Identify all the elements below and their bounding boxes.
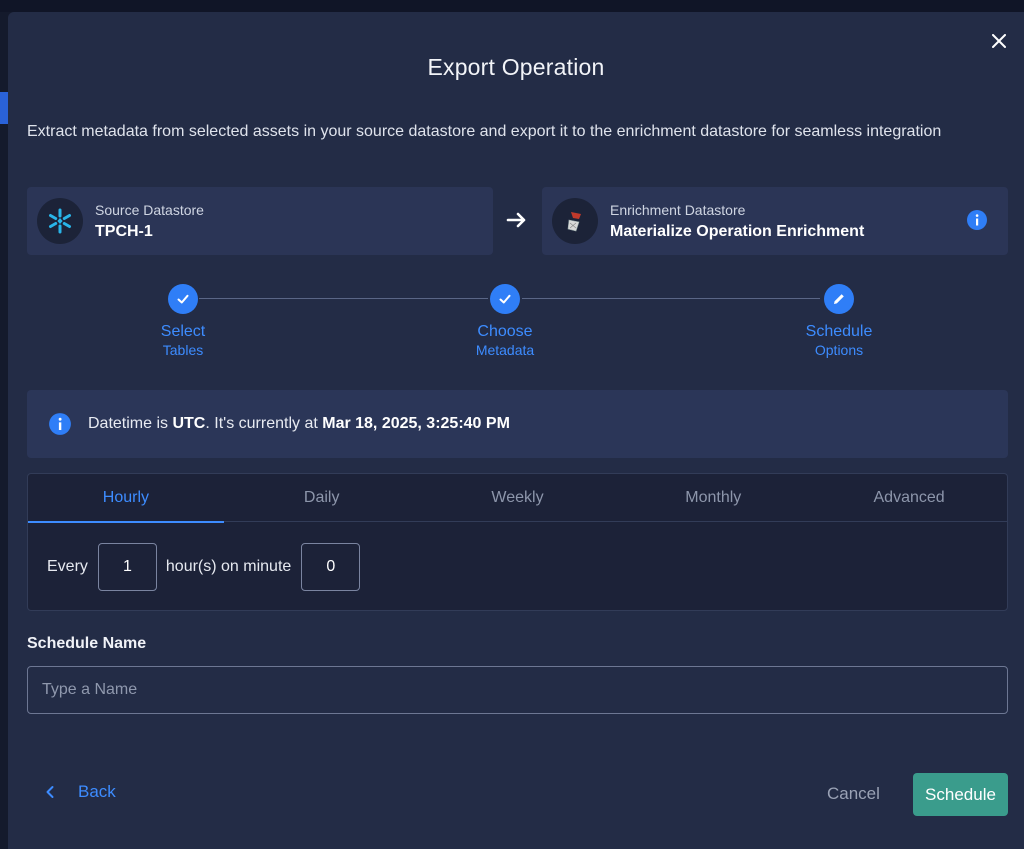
step-1-check-icon xyxy=(168,284,198,314)
source-datastore-label: Source Datastore xyxy=(95,201,204,218)
tab-hourly[interactable]: Hourly xyxy=(28,474,224,523)
schedule-name-input[interactable] xyxy=(27,666,1008,714)
backdrop-accent xyxy=(0,92,8,124)
timezone-banner: Datetime is UTC. It's currently at Mar 1… xyxy=(27,390,1008,458)
step-2-label[interactable]: Choose Metadata xyxy=(445,323,565,358)
stepper: Select Tables Choose Metadata Schedule O… xyxy=(8,284,1024,374)
hour-on-minute-label: hour(s) on minute xyxy=(165,558,292,575)
source-datastore-name: TPCH-1 xyxy=(95,222,153,240)
info-icon xyxy=(967,210,987,230)
backdrop xyxy=(0,0,1024,12)
schedule-name-label: Schedule Name xyxy=(27,635,147,652)
cancel-button[interactable]: Cancel xyxy=(827,784,880,804)
enrichment-datastore-card: Enrichment Datastore Materialize Operati… xyxy=(542,187,1008,255)
every-label: Every xyxy=(47,558,88,575)
minute-input[interactable] xyxy=(301,543,361,591)
dialog-description: Extract metadata from selected assets in… xyxy=(27,123,942,140)
enrichment-datastore-name: Materialize Operation Enrichment xyxy=(610,222,865,240)
enrichment-datastore-label: Enrichment Datastore xyxy=(610,201,746,218)
tab-advanced[interactable]: Advanced xyxy=(811,474,1007,522)
info-icon xyxy=(49,413,71,435)
step-connector xyxy=(522,298,820,299)
enrichment-info-button[interactable] xyxy=(966,209,988,236)
timezone-text: Datetime is UTC. It's currently at Mar 1… xyxy=(88,415,510,432)
arrow-right-icon xyxy=(506,212,526,228)
back-button[interactable]: Back xyxy=(44,782,116,802)
hours-interval-input[interactable] xyxy=(97,543,157,591)
hourly-settings-row: Every hour(s) on minute xyxy=(28,543,361,591)
source-datastore-card: Source Datastore TPCH-1 xyxy=(27,187,493,255)
tab-daily[interactable]: Daily xyxy=(224,474,420,522)
step-1-label[interactable]: Select Tables xyxy=(123,323,243,358)
step-3-pencil-icon xyxy=(824,284,854,314)
step-2-check-icon xyxy=(490,284,520,314)
schedule-frequency-panel: Hourly Daily Weekly Monthly Advanced Eve… xyxy=(27,473,1008,611)
materialize-logo-icon xyxy=(552,198,598,244)
step-connector xyxy=(199,298,488,299)
current-datetime: Mar 18, 2025, 3:25:40 PM xyxy=(322,415,510,432)
snowflake-icon xyxy=(37,198,83,244)
back-label: Back xyxy=(78,782,116,801)
frequency-tabs: Hourly Daily Weekly Monthly Advanced xyxy=(28,474,1007,523)
timezone-zone: UTC xyxy=(172,415,206,432)
export-operation-dialog: Export Operation Extract metadata from s… xyxy=(8,12,1024,849)
chevron-left-icon xyxy=(46,786,54,798)
dialog-title: Export Operation xyxy=(427,54,605,80)
schedule-button[interactable]: Schedule xyxy=(913,773,1008,816)
step-3-label[interactable]: Schedule Options xyxy=(779,323,899,358)
tab-monthly[interactable]: Monthly xyxy=(615,474,811,522)
close-icon xyxy=(992,34,1006,48)
tab-weekly[interactable]: Weekly xyxy=(420,474,616,522)
close-button[interactable] xyxy=(988,30,1010,52)
